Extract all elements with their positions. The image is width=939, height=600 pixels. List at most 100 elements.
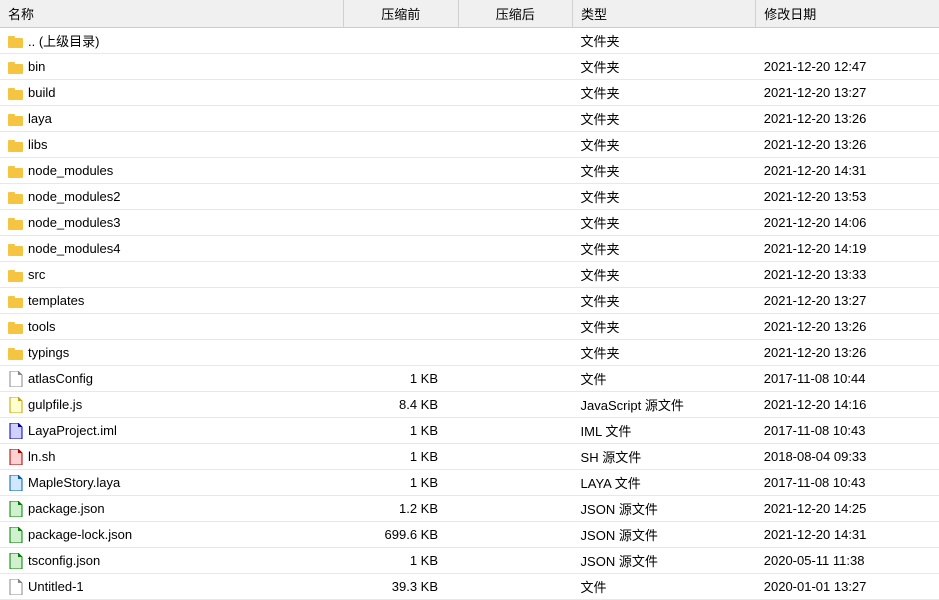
file-compressed-after — [458, 366, 573, 392]
file-name-text: laya — [28, 111, 52, 126]
table-row[interactable]: package.json1.2 KBJSON 源文件2021-12-20 14:… — [0, 496, 939, 522]
file-date: 2021-12-20 14:25 — [756, 496, 939, 522]
file-date: 2020-05-11 11:38 — [756, 548, 939, 574]
header-date[interactable]: 修改日期 — [756, 0, 939, 28]
file-date: 2017-11-08 10:43 — [756, 418, 939, 444]
file-compressed-after — [458, 210, 573, 236]
table-row[interactable]: build文件夹2021-12-20 13:27 — [0, 80, 939, 106]
file-compressed-before — [344, 314, 459, 340]
file-type: 文件夹 — [573, 184, 756, 210]
table-row[interactable]: node_modules2文件夹2021-12-20 13:53 — [0, 184, 939, 210]
file-name-cell: node_modules3 — [0, 210, 344, 236]
header-compressed-before[interactable]: 压缩前 — [344, 0, 459, 28]
header-compressed-after[interactable]: 压缩后 — [458, 0, 573, 28]
file-date: 2020-01-01 13:27 — [756, 574, 939, 600]
file-name-cell: node_modules4 — [0, 236, 344, 262]
file-type: 文件夹 — [573, 54, 756, 80]
folder-icon — [8, 111, 24, 127]
file-date: 2021-12-20 13:26 — [756, 132, 939, 158]
file-date: 2021-12-20 14:19 — [756, 236, 939, 262]
file-name-text: src — [28, 267, 45, 282]
file-date: 2021-12-20 14:16 — [756, 392, 939, 418]
table-row[interactable]: gulpfile.js8.4 KBJavaScript 源文件2021-12-2… — [0, 392, 939, 418]
file-name-cell: atlasConfig — [0, 366, 344, 392]
file-type: 文件夹 — [573, 340, 756, 366]
file-date: 2017-11-08 10:44 — [756, 366, 939, 392]
file-compressed-after — [458, 80, 573, 106]
file-name-cell: gulpfile.js — [0, 392, 344, 418]
file-compressed-after — [458, 184, 573, 210]
table-header-row: 名称 压缩前 压缩后 类型 修改日期 — [0, 0, 939, 28]
file-date: 2021-12-20 13:26 — [756, 340, 939, 366]
table-row[interactable]: .. (上级目录) 文件夹 — [0, 28, 939, 54]
file-date: 2021-12-20 14:31 — [756, 522, 939, 548]
file-type: 文件夹 — [573, 210, 756, 236]
table-row[interactable]: node_modules3文件夹2021-12-20 14:06 — [0, 210, 939, 236]
file-date: 2021-12-20 14:31 — [756, 158, 939, 184]
table-row[interactable]: node_modules4文件夹2021-12-20 14:19 — [0, 236, 939, 262]
file-name-cell: Untitled-1 — [0, 574, 344, 600]
file-name-text: tools — [28, 319, 55, 334]
file-icon — [8, 449, 24, 465]
table-row[interactable]: bin 文件夹2021-12-20 12:47 — [0, 54, 939, 80]
file-compressed-before: 699.6 KB — [344, 522, 459, 548]
file-compressed-after — [458, 574, 573, 600]
folder-icon — [8, 319, 24, 335]
folder-icon — [8, 137, 24, 153]
file-compressed-before: 1 KB — [344, 470, 459, 496]
file-name-cell: bin — [0, 54, 344, 80]
table-row[interactable]: tsconfig.json1 KBJSON 源文件2020-05-11 11:3… — [0, 548, 939, 574]
file-type: IML 文件 — [573, 418, 756, 444]
file-list-table: 名称 压缩前 压缩后 类型 修改日期 .. (上级目录)文件夹 bin文件夹20… — [0, 0, 939, 600]
table-row[interactable]: LayaProject.iml1 KBIML 文件2017-11-08 10:4… — [0, 418, 939, 444]
file-type: 文件夹 — [573, 262, 756, 288]
file-icon — [8, 397, 24, 413]
table-row[interactable]: libs文件夹2021-12-20 13:26 — [0, 132, 939, 158]
header-type[interactable]: 类型 — [573, 0, 756, 28]
file-icon — [8, 475, 24, 491]
file-type: 文件夹 — [573, 158, 756, 184]
file-compressed-before — [344, 210, 459, 236]
folder-icon — [8, 85, 24, 101]
file-type: JSON 源文件 — [573, 522, 756, 548]
file-type: 文件夹 — [573, 80, 756, 106]
table-row[interactable]: tools文件夹2021-12-20 13:26 — [0, 314, 939, 340]
file-date: 2018-08-04 09:33 — [756, 444, 939, 470]
file-name-text: typings — [28, 345, 69, 360]
file-name-cell: build — [0, 80, 344, 106]
file-name-cell: tsconfig.json — [0, 548, 344, 574]
file-name-cell: ln.sh — [0, 444, 344, 470]
table-row[interactable]: Untitled-139.3 KB文件2020-01-01 13:27 — [0, 574, 939, 600]
file-name-text: node_modules — [28, 163, 113, 178]
file-type: SH 源文件 — [573, 444, 756, 470]
file-compressed-after — [458, 340, 573, 366]
file-compressed-after — [458, 522, 573, 548]
file-name-text: tsconfig.json — [28, 553, 100, 568]
file-type: 文件 — [573, 574, 756, 600]
file-icon — [8, 501, 24, 517]
file-compressed-after — [458, 496, 573, 522]
table-row[interactable]: templates文件夹2021-12-20 13:27 — [0, 288, 939, 314]
table-row[interactable]: package-lock.json699.6 KB JSON 源文件2021-12… — [0, 522, 939, 548]
file-type: 文件夹 — [573, 28, 756, 54]
file-compressed-before: 1 KB — [344, 548, 459, 574]
file-compressed-before — [344, 132, 459, 158]
file-name-text: node_modules2 — [28, 189, 121, 204]
file-name-cell: MapleStory.laya — [0, 470, 344, 496]
file-name-text: .. (上级目录) — [28, 31, 100, 50]
table-row[interactable]: node_modules 文件夹2021-12-20 14:31 — [0, 158, 939, 184]
file-name-text: templates — [28, 293, 84, 308]
table-row[interactable]: typings 文件夹2021-12-20 13:26 — [0, 340, 939, 366]
table-row[interactable]: laya文件夹2021-12-20 13:26 — [0, 106, 939, 132]
table-row[interactable]: ln.sh1 KBSH 源文件2018-08-04 09:33 — [0, 444, 939, 470]
table-row[interactable]: atlasConfig1 KB文件2017-11-08 10:44 — [0, 366, 939, 392]
file-name-text: libs — [28, 137, 48, 152]
file-compressed-before — [344, 184, 459, 210]
table-row[interactable]: MapleStory.laya1 KBLAYA 文件2017-11-08 10:… — [0, 470, 939, 496]
table-row[interactable]: src文件夹2021-12-20 13:33 — [0, 262, 939, 288]
file-name-cell: .. (上级目录) — [0, 28, 344, 54]
file-date: 2017-11-08 10:43 — [756, 470, 939, 496]
file-name-cell: package-lock.json — [0, 522, 344, 548]
header-name[interactable]: 名称 — [0, 0, 344, 28]
file-date: 2021-12-20 12:47 — [756, 54, 939, 80]
